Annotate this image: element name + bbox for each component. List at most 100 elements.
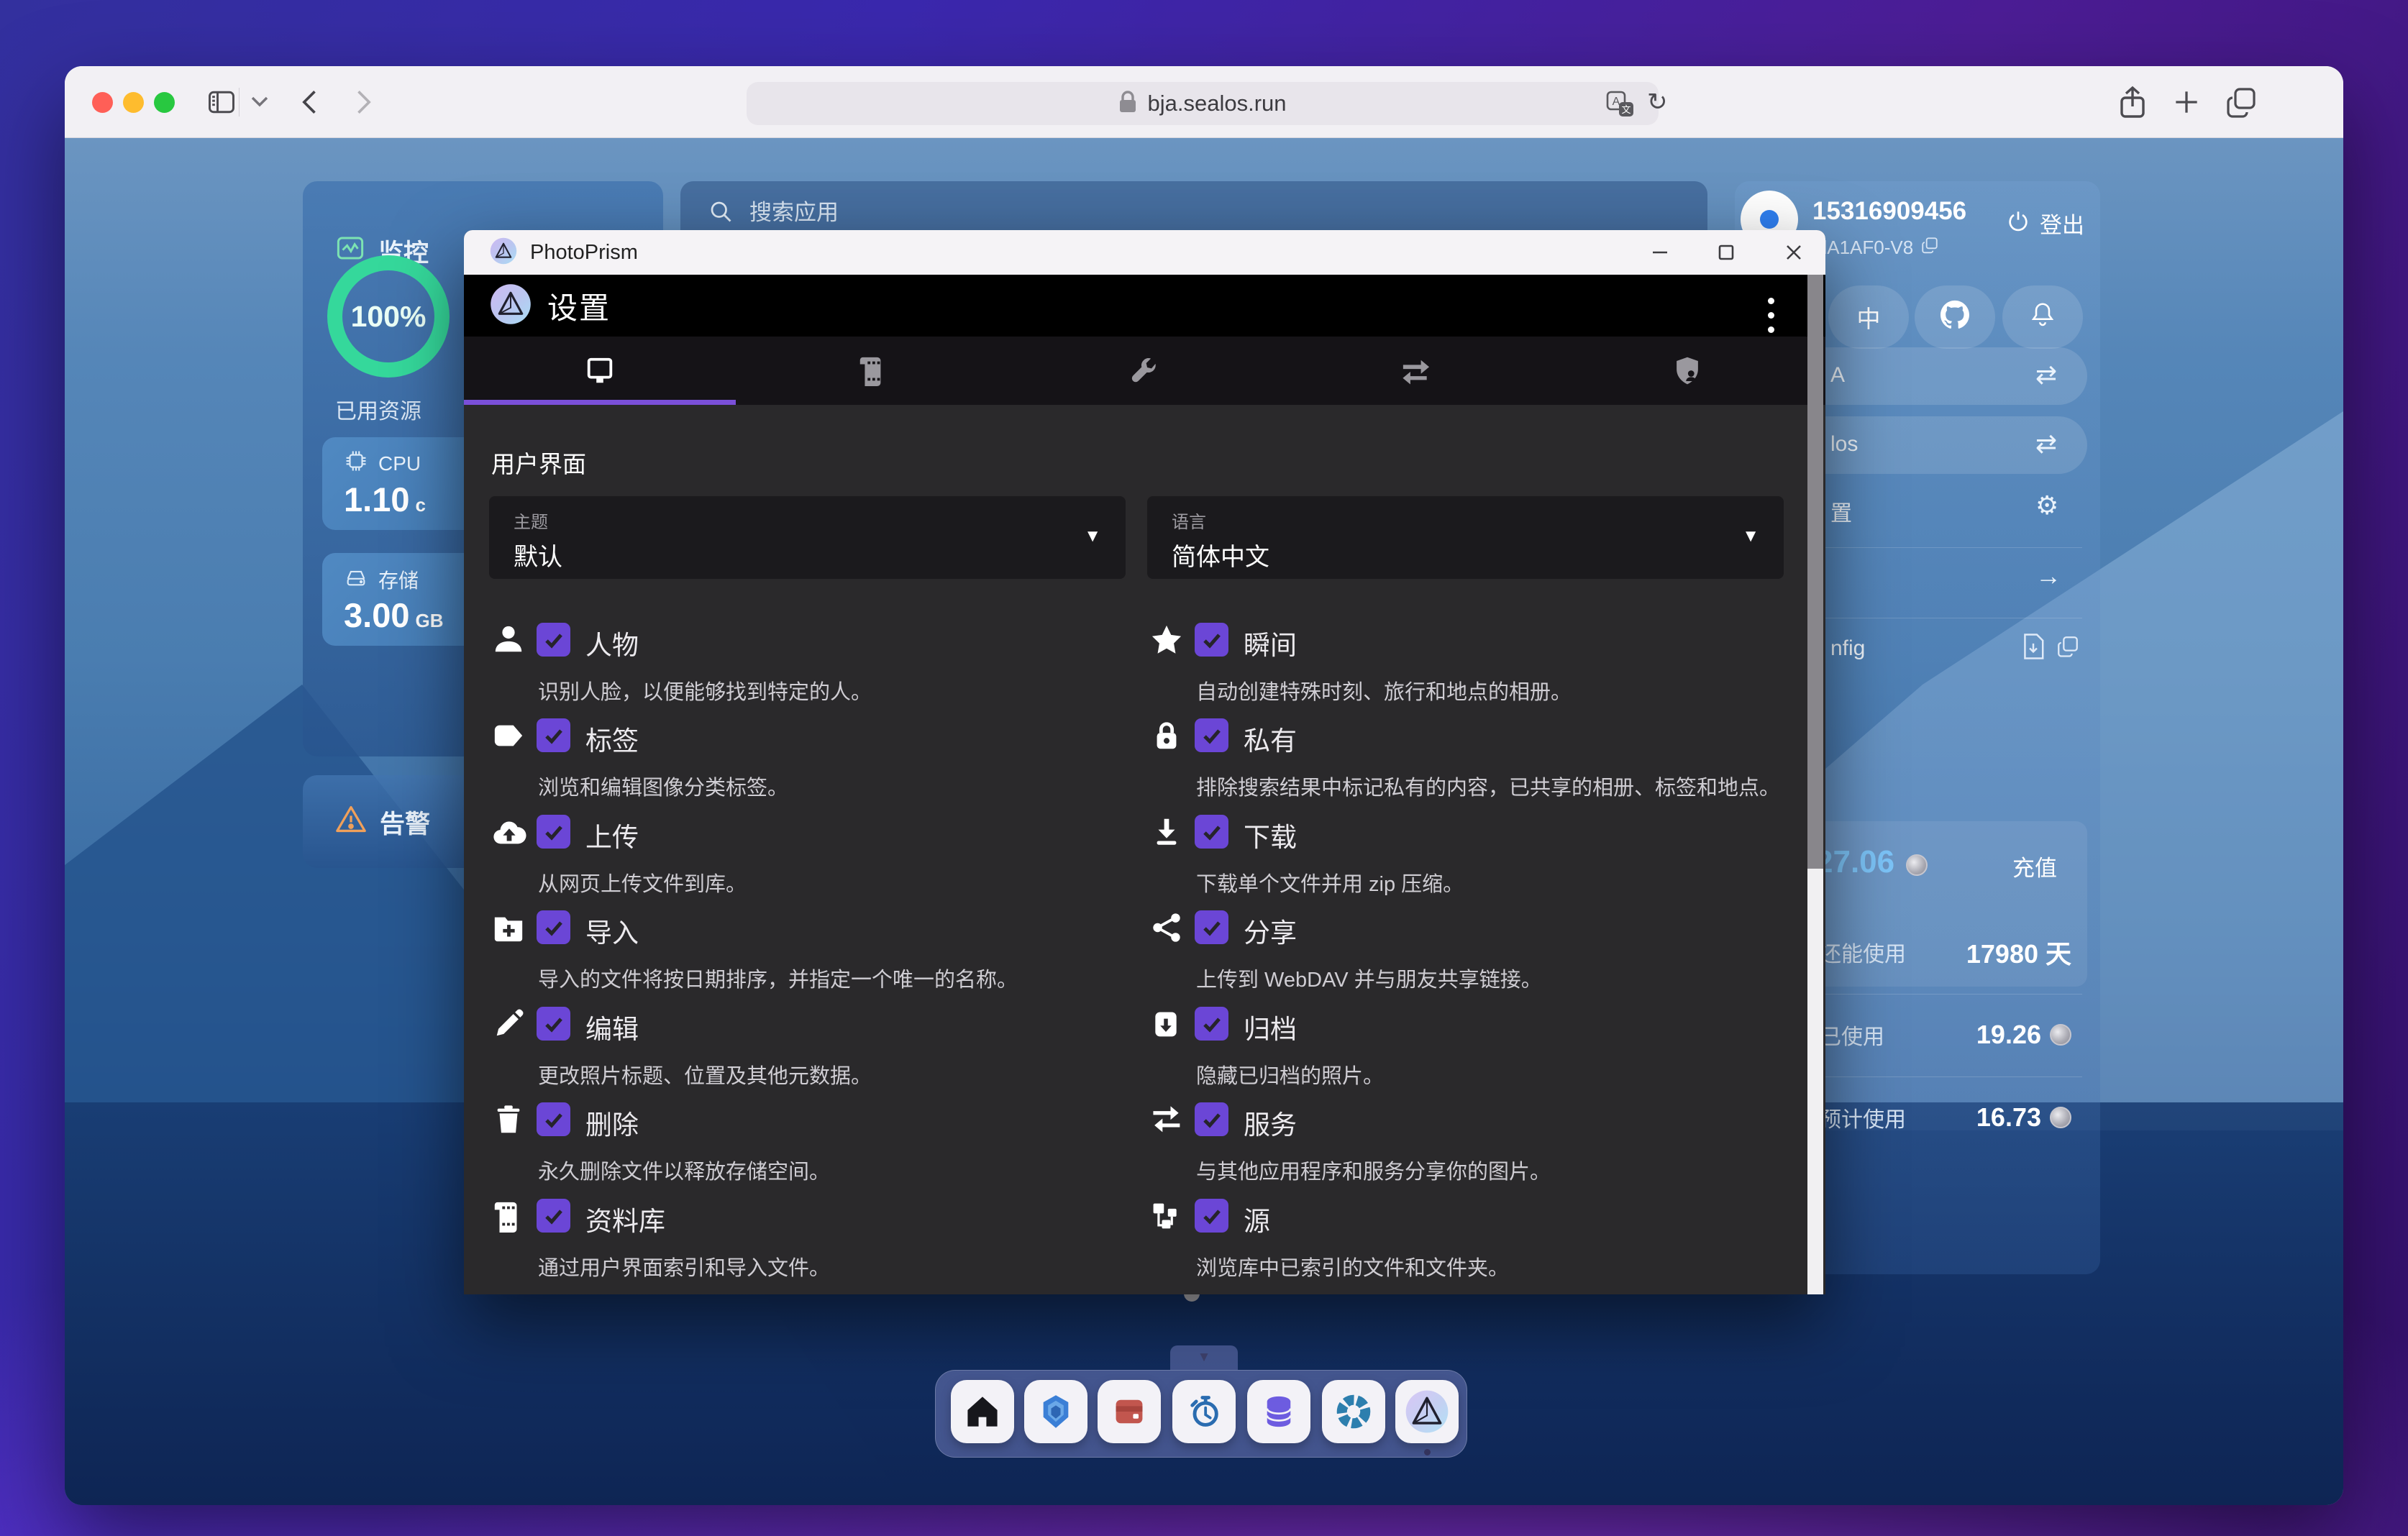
checkbox[interactable] xyxy=(537,718,570,752)
sidebar-toggle-icon[interactable] xyxy=(206,86,237,122)
translate-icon[interactable]: A文 xyxy=(1606,91,1635,122)
github-button[interactable] xyxy=(1915,285,1995,349)
recharge-button[interactable]: 充值 xyxy=(2012,850,2057,882)
checkbox[interactable] xyxy=(537,623,570,657)
checkbox[interactable] xyxy=(537,815,570,849)
language-switch-button[interactable]: 中 xyxy=(1828,285,1909,349)
option-archive: 归档 隐藏已归档的照片。 xyxy=(1150,1006,1769,1102)
menu-row-label: 置 xyxy=(1830,495,1852,527)
alert-label: 告警 xyxy=(380,804,430,841)
transfer-icon xyxy=(1150,1103,1183,1136)
chevron-down-icon[interactable] xyxy=(250,95,269,113)
power-icon xyxy=(2007,209,2030,238)
option-private: 私有 排除搜索结果中标记私有的内容，已共享的相册、标签和地点。 xyxy=(1150,718,1769,814)
window-titlebar[interactable]: PhotoPrism xyxy=(464,230,1825,275)
checkbox[interactable] xyxy=(1195,1102,1228,1136)
option-download: 下载 下载单个文件并用 zip 压缩。 xyxy=(1150,814,1769,910)
billing-label: 还能使用 xyxy=(1820,936,1906,968)
traffic-zoom-button[interactable] xyxy=(154,92,175,113)
settings-tabbar xyxy=(464,337,1825,405)
checkbox[interactable] xyxy=(1195,623,1228,657)
option-upload: 上传 从网页上传文件到库。 xyxy=(492,814,1110,910)
dock-app-home[interactable] xyxy=(951,1380,1014,1443)
archive-icon xyxy=(1150,1007,1183,1041)
copy-icon[interactable] xyxy=(2056,634,2080,662)
cpu-chip-icon xyxy=(344,449,368,478)
coin-icon xyxy=(2050,1107,2071,1128)
film-roll-icon xyxy=(492,1199,525,1233)
dock-app-cost-center[interactable] xyxy=(1098,1380,1161,1443)
forward-button[interactable] xyxy=(347,86,378,122)
bell-icon xyxy=(2030,301,2056,334)
scrollbar-thumb[interactable] xyxy=(1807,275,1823,869)
new-tab-icon[interactable] xyxy=(2171,86,2202,122)
checkbox[interactable] xyxy=(1195,1199,1228,1233)
tab-account[interactable] xyxy=(1551,337,1823,405)
language-select[interactable]: 语言 简体中文 ▼ xyxy=(1147,496,1784,579)
billing-value: 17980 天 xyxy=(1966,933,2071,971)
cloud-upload-icon xyxy=(492,815,525,849)
usage-percent: 100% xyxy=(351,300,427,334)
traffic-close-button[interactable] xyxy=(92,92,113,113)
notifications-button[interactable] xyxy=(2002,285,2083,349)
url-text: bja.sealos.run xyxy=(1147,91,1286,116)
option-moments: 瞬间 自动创建特殊时刻、旅行和地点的相册。 xyxy=(1150,622,1769,718)
cpu-label: CPU xyxy=(378,452,421,475)
tab-advanced[interactable] xyxy=(1008,337,1280,405)
option-originals: 源 浏览库中已索引的文件和文件夹。 xyxy=(1150,1198,1769,1294)
minimize-button[interactable] xyxy=(1648,240,1672,265)
folder-plus-icon xyxy=(492,911,525,944)
checkbox[interactable] xyxy=(1195,1007,1228,1041)
tag-icon xyxy=(492,719,525,752)
close-button[interactable] xyxy=(1782,240,1806,265)
copy-icon[interactable] xyxy=(1920,236,1939,260)
theme-label: 主题 xyxy=(514,508,1101,533)
gear-icon[interactable]: ⚙ xyxy=(2035,490,2058,521)
checkbox[interactable] xyxy=(1195,910,1228,944)
file-download-icon[interactable] xyxy=(2021,633,2046,664)
device-id-row: elA1AF0-V8 xyxy=(1812,236,1939,260)
dock-collapse-handle[interactable]: ▼ xyxy=(1170,1345,1238,1370)
app-header: 设置 xyxy=(464,275,1825,337)
tab-library[interactable] xyxy=(736,337,1008,405)
traffic-minimize-button[interactable] xyxy=(123,92,144,113)
share-icon[interactable] xyxy=(2116,85,2149,124)
address-bar[interactable]: bja.sealos.run A文 ↻ xyxy=(747,82,1659,125)
checkbox[interactable] xyxy=(537,1102,570,1136)
menu-row-label: A xyxy=(1830,363,1845,388)
reload-icon[interactable]: ↻ xyxy=(1647,88,1668,116)
option-share: 分享 上传到 WebDAV 并与朋友共享链接。 xyxy=(1150,910,1769,1006)
checkbox[interactable] xyxy=(537,1007,570,1041)
swap-icon[interactable]: ⇄ xyxy=(2035,429,2057,459)
dock-app-cronjob[interactable] xyxy=(1172,1380,1236,1443)
browser-toolbar: bja.sealos.run A文 ↻ xyxy=(65,66,2343,138)
storage-drive-icon xyxy=(344,564,368,594)
window-title: PhotoPrism xyxy=(530,241,638,265)
maximize-button[interactable] xyxy=(1714,240,1738,265)
tab-general[interactable] xyxy=(464,337,736,405)
swap-icon[interactable]: ⇄ xyxy=(2035,360,2057,390)
dock-app-object-storage[interactable] xyxy=(1322,1380,1385,1443)
dock-app-devbox[interactable] xyxy=(1024,1380,1087,1443)
kebab-menu-icon[interactable] xyxy=(1761,293,1780,337)
checkbox[interactable] xyxy=(537,1199,570,1233)
option-people: 人物 识别人脸，以便能够找到特定的人。 xyxy=(492,622,1110,718)
balance-value: 27.06 xyxy=(1815,844,1894,880)
dock-app-photoprism[interactable] xyxy=(1395,1380,1459,1443)
tab-overview-icon[interactable] xyxy=(2224,85,2258,123)
checkbox[interactable] xyxy=(1195,815,1228,849)
toolbar-divider xyxy=(239,88,240,116)
search-input[interactable] xyxy=(749,200,1397,226)
theme-select[interactable]: 主题 默认 ▼ xyxy=(489,496,1126,579)
device-id: elA1AF0-V8 xyxy=(1812,237,1913,259)
checkbox[interactable] xyxy=(537,910,570,944)
scrollbar-track[interactable] xyxy=(1807,275,1823,1294)
arrow-right-icon[interactable]: → xyxy=(2035,561,2061,591)
option-edit: 编辑 更改照片标题、位置及其他元数据。 xyxy=(492,1006,1110,1102)
github-icon xyxy=(1940,300,1969,334)
dock-app-database[interactable] xyxy=(1247,1380,1310,1443)
logout-button[interactable]: 登出 xyxy=(2007,207,2084,239)
checkbox[interactable] xyxy=(1195,718,1228,752)
back-button[interactable] xyxy=(295,86,327,122)
tab-sync[interactable] xyxy=(1280,337,1551,405)
